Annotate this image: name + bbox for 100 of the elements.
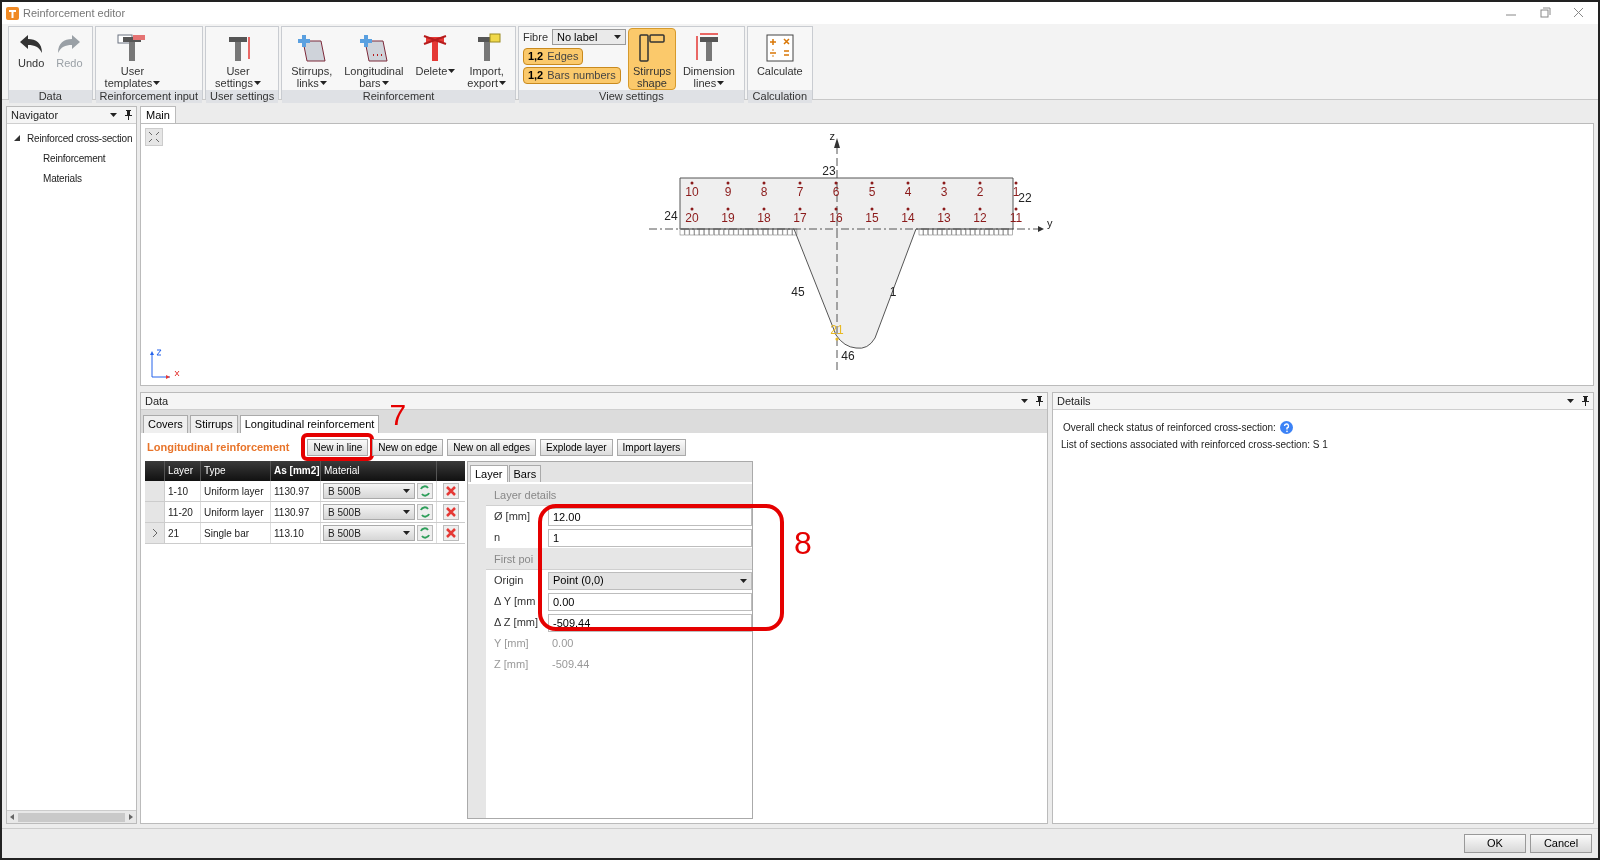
app-logo-icon [6,6,19,20]
ribbon-button[interactable]: Stirrups shape [628,28,676,90]
view-toggle[interactable]: 1,2 Edges [522,47,584,65]
toolbar-button[interactable]: New in line [307,438,369,456]
caret-icon [1567,399,1574,403]
ribbon-button[interactable]: Longitudinal bars [339,28,409,90]
expander-icon[interactable] [13,134,21,142]
toolbar-button[interactable]: Import layers [616,438,687,456]
property-input[interactable]: 1 [548,528,752,547]
property-label: Z [mm] [493,657,530,673]
material-select[interactable]: B 500B [323,483,415,499]
caret-icon [110,113,117,117]
bar-label: 13 [937,207,951,225]
ribbon-button[interactable]: Delete [410,28,461,90]
axis-label: y [1047,217,1053,229]
table-cell: Uniform layer [201,481,271,501]
callout-number: 8 [794,526,812,560]
pin-icon[interactable] [1036,396,1043,406]
bar-label: 14 [901,207,915,225]
panel-title: Details [1057,393,1091,409]
edge-label: 45 [791,285,805,299]
material-select[interactable]: B 500B [323,504,415,520]
expand-icon [148,131,160,143]
bar-label: 2 [976,181,984,199]
caret-icon [1021,399,1028,403]
ribbon-button[interactable]: User templates [99,28,166,90]
fibre-label: Fibre [522,30,548,45]
group-label: Reinforcement input [95,90,203,103]
bar-label: 18 [757,207,771,225]
property-label: n [493,530,502,546]
data-tab[interactable]: Covers [143,415,188,433]
ribbon-button[interactable]: Stirrups, links [286,28,338,90]
edge-label: 1 [889,285,897,299]
group-label: View settings [518,90,744,103]
section-heading: First poi [486,548,752,570]
ribbon-button[interactable]: Import, export [462,28,511,90]
axis-label: z [829,130,835,142]
column-header: As [mm2] [271,461,321,481]
property-label: Ø [mm] [493,509,532,525]
panel-title: Navigator [11,107,59,123]
property-tab[interactable]: Layer [470,465,508,482]
table-cell: Single bar [201,523,271,543]
edge-label: 23 [822,164,836,178]
horizontal-scrollbar[interactable] [7,810,136,823]
table-cell: 1130.97 [271,502,321,522]
property-label: Δ Z [mm] [493,615,539,631]
tree-item[interactable]: Materials [43,170,82,186]
bar-label: 6 [832,181,840,199]
caret-icon [403,510,410,514]
ribbon-button[interactable]: User settings [210,28,266,90]
data-tab[interactable]: Stirrups [189,415,238,433]
tree-item[interactable]: Reinforcement [43,150,106,166]
callout-number: 7 [389,398,407,431]
material-select[interactable]: B 500B [323,525,415,541]
main-tab[interactable]: Main [140,106,176,123]
dialog-button[interactable]: OK [1464,834,1526,853]
tree-item[interactable]: Reinforced cross-section [27,130,133,146]
property-input[interactable]: 0.00 [548,592,752,611]
bar-label: 10 [685,181,699,199]
refresh-icon[interactable] [417,525,433,541]
toolbar-button[interactable]: New on all edges [447,438,536,456]
section-title: Longitudinal reinforcement [147,439,290,455]
column-header: Layer [165,461,201,481]
refresh-icon[interactable] [417,483,433,499]
origin-select[interactable]: Point (0,0) [548,571,752,590]
property-tab[interactable]: Bars [508,465,542,482]
ribbon-button[interactable]: Undo [13,28,50,90]
edge-label: 22 [1018,191,1032,205]
bars-icon [358,33,389,63]
group-label: Reinforcement [282,90,515,103]
stirrup-shape-icon [636,33,667,63]
bar-label: 11 [1009,207,1023,225]
refresh-icon[interactable] [417,504,433,520]
template-beam-icon [117,33,148,63]
pin-icon[interactable] [125,110,132,120]
caret-icon [614,35,621,40]
ribbon-button[interactable]: Calculate [751,28,808,90]
pin-icon[interactable] [1582,396,1589,406]
fibre-select[interactable]: No label [552,29,626,46]
bar-label: 5 [868,181,876,199]
delete-icon[interactable] [443,525,459,541]
property-label: Δ Y [mm [493,594,537,610]
window-title: Reinforcement editor [23,5,126,21]
dialog-button[interactable]: Cancel [1530,834,1592,853]
edge-label: 46 [841,349,855,363]
group-label: Data [9,90,92,103]
zoom-extents-button[interactable] [145,128,163,146]
table-cell: 1-10 [165,481,201,501]
panel-title: Data [145,393,169,409]
bar-label: 8 [760,181,768,199]
view-toggle[interactable]: 1,2 Bars numbers [522,66,621,84]
toolbar-button[interactable]: New on edge [372,438,444,456]
delete-icon[interactable] [443,483,459,499]
property-label: Origin [493,573,525,589]
data-tab[interactable]: Longitudinal reinforcement [239,415,380,433]
toolbar-button[interactable]: Explode layer [540,438,613,456]
bar-label: 19 [721,207,735,225]
delete-icon[interactable] [443,504,459,520]
help-icon[interactable] [1279,421,1293,434]
ribbon-button[interactable]: Dimension lines [677,28,740,90]
